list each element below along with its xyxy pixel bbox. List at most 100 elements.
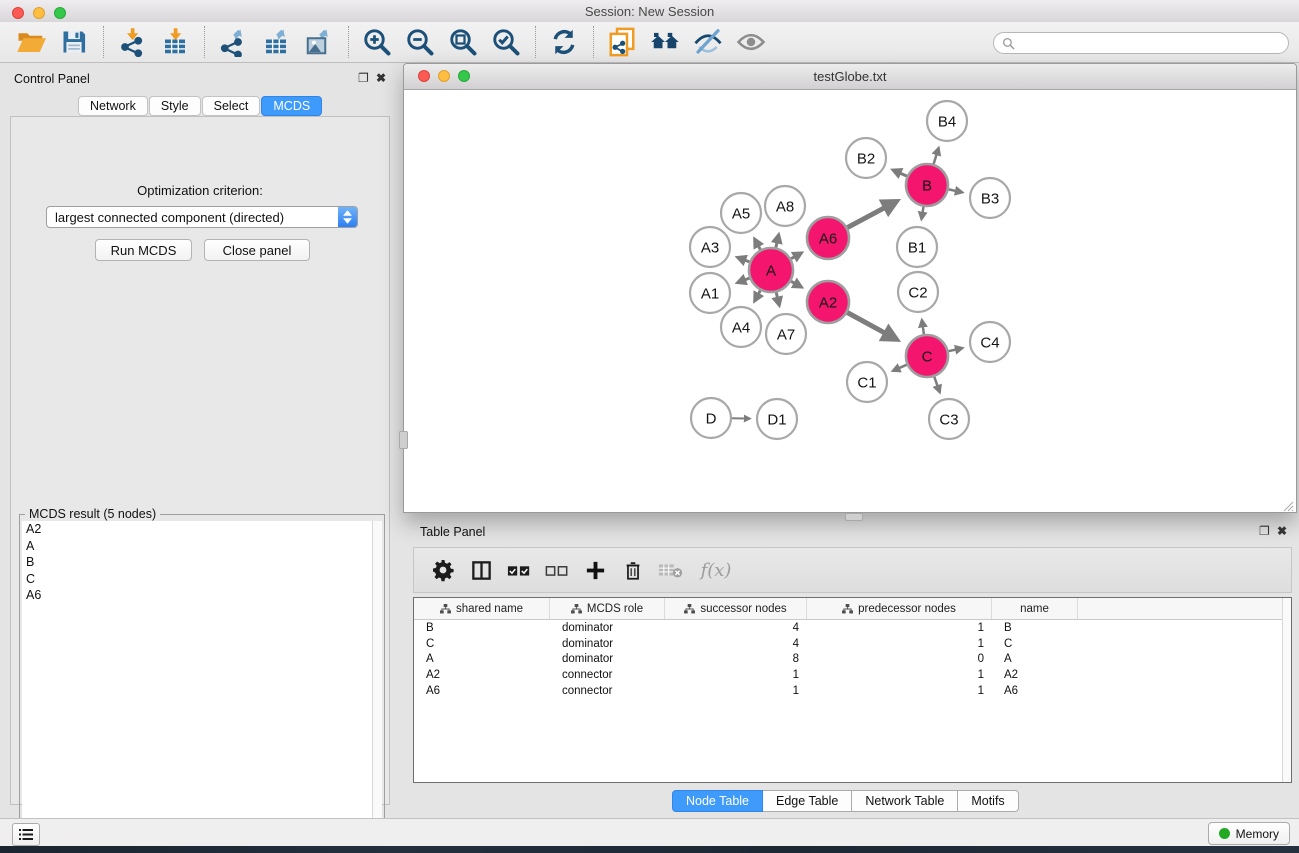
float-panel-icon[interactable]: ❐ <box>358 72 369 84</box>
tab-mcds[interactable]: MCDS <box>261 96 322 116</box>
refresh-icon[interactable] <box>547 25 581 59</box>
mcds-result-item[interactable]: B <box>22 554 373 571</box>
column-header-successor-nodes[interactable]: successor nodes <box>665 598 807 619</box>
import-network-icon[interactable] <box>115 25 149 59</box>
table-row[interactable]: Bdominator41B <box>414 620 1291 636</box>
table-row[interactable]: Cdominator41C <box>414 636 1291 652</box>
graph-edge-A6-B[interactable] <box>847 201 896 227</box>
graph-node-A8[interactable]: A8 <box>765 186 805 226</box>
graph-edge-A-A5[interactable] <box>755 239 761 250</box>
graph-edge-A-A7[interactable] <box>776 292 779 305</box>
select-all-columns-icon[interactable] <box>504 555 534 585</box>
tab-edge-table[interactable]: Edge Table <box>763 790 852 812</box>
graph-node-A5[interactable]: A5 <box>721 193 761 233</box>
zoom-fit-icon[interactable] <box>446 25 480 59</box>
graph-node-C3[interactable]: C3 <box>929 399 969 439</box>
new-network-from-selection-icon[interactable] <box>605 25 639 59</box>
graph-edge-B-B1[interactable] <box>922 207 924 219</box>
show-all-nodes-icon[interactable] <box>648 25 682 59</box>
import-table-icon[interactable] <box>158 25 192 59</box>
hide-selected-icon[interactable] <box>691 25 725 59</box>
graph-node-A3[interactable]: A3 <box>690 227 730 267</box>
table-cell[interactable]: 0 <box>807 653 992 665</box>
table-row[interactable]: A2connector11A2 <box>414 667 1291 683</box>
graph-edge-C-C3[interactable] <box>934 377 939 393</box>
graph-edge-C-C4[interactable] <box>949 348 963 351</box>
graph-node-D1[interactable]: D1 <box>757 399 797 439</box>
table-cell[interactable]: 1 <box>665 669 807 681</box>
graph-edge-B-B4[interactable] <box>934 148 939 164</box>
graph-node-A7[interactable]: A7 <box>766 314 806 354</box>
mcds-result-item[interactable]: C <box>22 571 373 588</box>
table-cell[interactable]: A2 <box>414 669 550 681</box>
graph-node-A4[interactable]: A4 <box>721 307 761 347</box>
table-cell[interactable]: B <box>992 622 1078 634</box>
graph-node-C[interactable]: C <box>906 335 948 377</box>
graph-node-B3[interactable]: B3 <box>970 178 1010 218</box>
unselect-all-columns-icon[interactable] <box>542 555 572 585</box>
graph-node-C1[interactable]: C1 <box>847 362 887 402</box>
graph-node-A1[interactable]: A1 <box>690 273 730 313</box>
tab-style[interactable]: Style <box>149 96 201 116</box>
export-image-icon[interactable] <box>302 25 336 59</box>
graph-node-A[interactable]: A <box>749 248 793 292</box>
table-cell[interactable]: C <box>414 638 550 650</box>
close-panel-icon[interactable]: ✖ <box>376 72 386 84</box>
table-cell[interactable]: 4 <box>665 638 807 650</box>
mcds-result-item[interactable]: A6 <box>22 587 373 604</box>
graph-edge-A-A8[interactable] <box>776 235 779 248</box>
graph-edge-B-B3[interactable] <box>949 189 963 192</box>
table-cell[interactable]: A <box>414 653 550 665</box>
graph-edge-A-A4[interactable] <box>755 290 761 301</box>
tab-network-table[interactable]: Network Table <box>852 790 958 812</box>
open-session-icon[interactable] <box>14 25 48 59</box>
delete-columns-icon[interactable] <box>618 555 648 585</box>
table-cell[interactable]: 1 <box>807 669 992 681</box>
tab-motifs[interactable]: Motifs <box>958 790 1018 812</box>
mcds-result-item[interactable]: A <box>22 538 373 555</box>
export-table-icon[interactable] <box>259 25 293 59</box>
zoom-out-icon[interactable] <box>403 25 437 59</box>
table-cell[interactable]: connector <box>550 685 665 697</box>
show-columns-icon[interactable] <box>466 555 496 585</box>
memory-button[interactable]: Memory <box>1208 822 1290 845</box>
table-cell[interactable]: A6 <box>992 685 1078 697</box>
graph-edge-C-C1[interactable] <box>893 365 907 371</box>
column-header-name[interactable]: name <box>992 598 1078 619</box>
search-box[interactable] <box>993 32 1289 54</box>
table-cell[interactable]: dominator <box>550 653 665 665</box>
window-resize-grip[interactable] <box>1283 499 1294 510</box>
table-settings-icon[interactable] <box>428 555 458 585</box>
table-cell[interactable]: A2 <box>992 669 1078 681</box>
graph-edge-A-A2[interactable] <box>791 281 802 287</box>
table-cell[interactable]: dominator <box>550 638 665 650</box>
zoom-in-icon[interactable] <box>360 25 394 59</box>
tab-node-table[interactable]: Node Table <box>672 790 763 812</box>
network-vertical-scrollbar-thumb[interactable] <box>399 431 408 449</box>
optimization-criterion-select[interactable]: largest connected component (directed) <box>46 206 358 228</box>
table-cell[interactable]: C <box>992 638 1078 650</box>
table-cell[interactable]: 1 <box>807 622 992 634</box>
network-canvas[interactable]: AA6A2BCA5A8A3A1A4A7B4B2B3B1C2C4C1C3DD1 <box>405 90 1296 512</box>
column-header-predecessor-nodes[interactable]: predecessor nodes <box>807 598 992 619</box>
graph-edge-A2-C[interactable] <box>847 313 896 340</box>
graph-edge-A-A3[interactable] <box>737 257 749 262</box>
table-cell[interactable]: 1 <box>807 685 992 697</box>
save-session-icon[interactable] <box>57 25 91 59</box>
graph-node-B1[interactable]: B1 <box>897 227 937 267</box>
graph-node-C2[interactable]: C2 <box>898 272 938 312</box>
graph-node-B4[interactable]: B4 <box>927 101 967 141</box>
tab-network[interactable]: Network <box>78 96 148 116</box>
table-scrollbar[interactable] <box>1282 598 1291 782</box>
column-header-shared-name[interactable]: shared name <box>414 598 550 619</box>
table-cell[interactable]: 1 <box>807 638 992 650</box>
graph-node-B[interactable]: B <box>906 164 948 206</box>
mcds-list-scrollbar[interactable] <box>372 521 382 846</box>
table-cell[interactable]: A <box>992 653 1078 665</box>
tab-select[interactable]: Select <box>202 96 261 116</box>
table-cell[interactable]: 4 <box>665 622 807 634</box>
graph-edge-A-A6[interactable] <box>791 253 802 259</box>
graph-node-C4[interactable]: C4 <box>970 322 1010 362</box>
zoom-selected-icon[interactable] <box>489 25 523 59</box>
graph-edge-C-C2[interactable] <box>922 320 924 334</box>
